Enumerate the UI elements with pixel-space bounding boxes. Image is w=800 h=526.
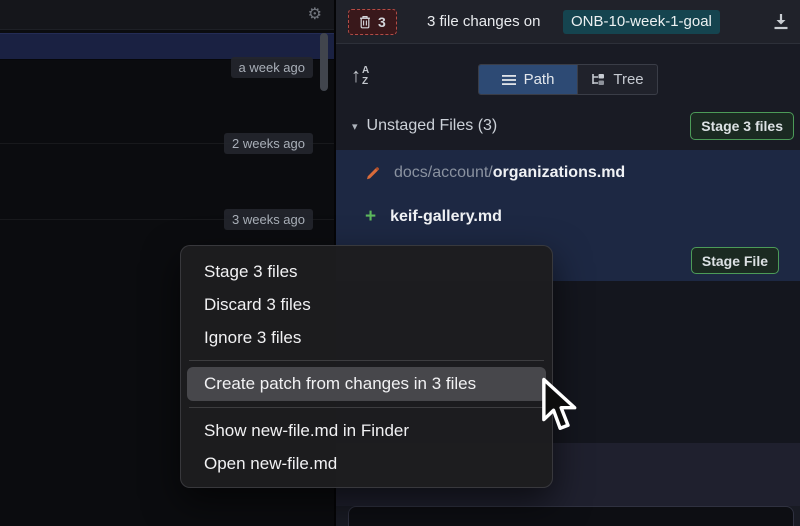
trash-count: 3: [378, 14, 386, 30]
menu-item-show-in-finder[interactable]: Show new-file.md in Finder: [181, 414, 552, 447]
trash-icon: [359, 15, 371, 29]
tab-tree-label: Tree: [613, 71, 643, 88]
modified-pencil-icon: [365, 166, 380, 181]
file-row-organizations[interactable]: docs/account/organizations.md: [365, 161, 625, 185]
tab-path[interactable]: Path: [479, 65, 577, 94]
stage-all-files-button[interactable]: Stage 3 files: [690, 112, 794, 140]
commit-time-label: 3 weeks ago: [224, 209, 313, 230]
staging-header-bar: 3 3 file changes on ONB-10-week-1-goal: [336, 0, 800, 44]
menu-item-stage[interactable]: Stage 3 files: [181, 255, 552, 288]
commit-time-label: a week ago: [231, 57, 314, 78]
graph-scrollbar[interactable]: [320, 33, 328, 91]
file-path-label: keif-gallery.md: [390, 208, 502, 226]
menu-divider: [189, 360, 544, 361]
collapse-chevron-icon: ▾: [352, 120, 358, 133]
sort-az-icon: A Z: [362, 65, 369, 87]
unstaged-files-header[interactable]: ▾ Unstaged Files (3): [352, 112, 497, 140]
sort-arrow-icon: ↑: [351, 63, 361, 89]
sort-files-button[interactable]: ↑ A Z: [351, 63, 369, 89]
discard-changes-button[interactable]: 3: [348, 9, 397, 35]
menu-item-discard[interactable]: Discard 3 files: [181, 288, 552, 321]
stage-file-button[interactable]: Stage File: [691, 247, 779, 274]
added-plus-icon: +: [365, 207, 376, 227]
menu-divider: [189, 407, 544, 408]
graph-panel-header: [0, 0, 334, 30]
menu-item-open-file[interactable]: Open new-file.md: [181, 447, 552, 480]
context-menu: Stage 3 files Discard 3 files Ignore 3 f…: [180, 245, 553, 488]
branch-badge[interactable]: ONB-10-week-1-goal: [563, 10, 720, 34]
list-icon: [502, 74, 516, 86]
unstaged-files-title: Unstaged Files (3): [367, 117, 498, 135]
tab-tree[interactable]: Tree: [577, 65, 657, 94]
menu-item-ignore[interactable]: Ignore 3 files: [181, 321, 552, 354]
tab-path-label: Path: [524, 71, 555, 88]
app-window: ⚙ a week ago 2 weeks ago 3 weeks ago 3 3…: [0, 0, 800, 526]
file-changes-text: 3 file changes on: [427, 0, 540, 44]
gear-icon[interactable]: ⚙: [308, 5, 322, 25]
commit-time-label: 2 weeks ago: [224, 133, 313, 154]
selected-commit-row[interactable]: [0, 33, 334, 60]
file-row-keif-gallery[interactable]: + keif-gallery.md: [365, 205, 502, 229]
view-mode-tabs: Path Tree: [478, 64, 658, 95]
file-path-label: docs/account/organizations.md: [394, 164, 625, 182]
download-patch-icon[interactable]: [772, 12, 790, 32]
tree-icon: [591, 73, 605, 86]
mouse-cursor: [541, 377, 581, 435]
commit-message-box[interactable]: [348, 506, 794, 526]
menu-item-create-patch[interactable]: Create patch from changes in 3 files: [187, 367, 546, 401]
